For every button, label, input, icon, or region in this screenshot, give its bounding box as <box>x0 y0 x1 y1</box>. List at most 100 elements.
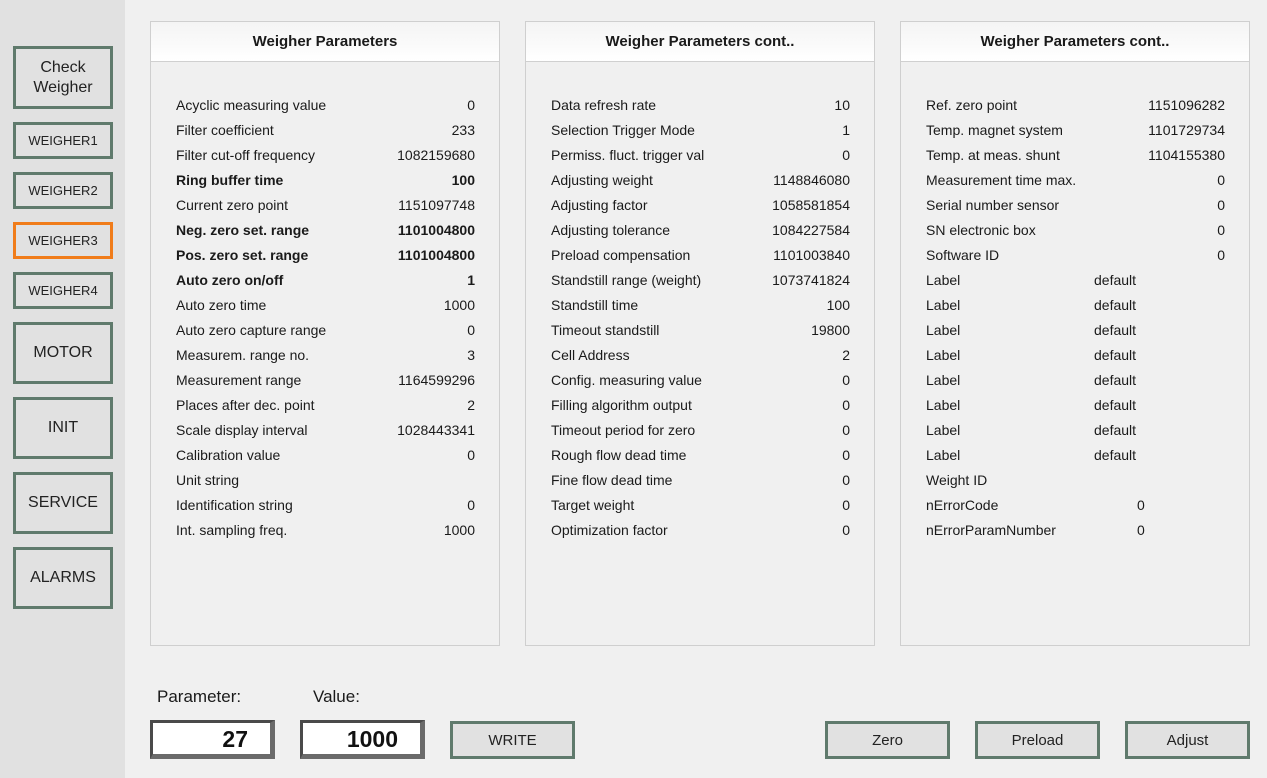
parameter-value: 1073741824 <box>772 272 850 288</box>
parameter-value: 0 <box>842 522 850 538</box>
service-button[interactable]: SERVICE <box>13 472 113 534</box>
parameter-value: default <box>1094 447 1137 463</box>
parameter-value: 0 <box>1137 522 1145 538</box>
parameter-row: Target weight 0 <box>526 493 874 518</box>
parameter-value: 2 <box>842 347 850 363</box>
parameter-label: Acyclic measuring value <box>176 97 327 113</box>
parameter-row: Label default <box>901 418 1249 443</box>
parameter-label: Filling algorithm output <box>551 397 692 413</box>
parameter-label: Selection Trigger Mode <box>551 122 695 138</box>
parameter-value: 0 <box>842 447 850 463</box>
adjust-button[interactable]: Adjust <box>1125 721 1250 759</box>
parameter-value: 0 <box>467 322 475 338</box>
parameter-row: SN electronic box 0 <box>901 218 1249 243</box>
parameter-row: Ref. zero point 1151096282 <box>901 93 1249 118</box>
parameter-value-field[interactable]: 1000 <box>300 720 425 759</box>
parameter-row: Identification string 0 <box>151 493 499 518</box>
parameter-value: 100 <box>451 172 475 188</box>
init-button[interactable]: INIT <box>13 397 113 459</box>
parameter-value: default <box>1094 397 1137 413</box>
parameter-label: Adjusting factor <box>551 197 648 213</box>
parameter-value: 0 <box>842 497 850 513</box>
weigher4-button[interactable]: WEIGHER4 <box>13 272 113 309</box>
parameter-value: 1082159680 <box>397 147 475 163</box>
parameter-row: Places after dec. point 2 <box>151 393 499 418</box>
parameter-label: Label <box>926 272 961 288</box>
parameter-label: Temp. magnet system <box>926 122 1063 138</box>
parameter-value: 0 <box>1217 222 1225 238</box>
parameter-label: Unit string <box>176 472 240 488</box>
parameter-value: 0 <box>1217 197 1225 213</box>
parameter-label: nErrorCode <box>926 497 999 513</box>
parameter-label: Label <box>926 422 961 438</box>
parameter-label: Scale display interval <box>176 422 308 438</box>
parameter-row: Label default <box>901 318 1249 343</box>
parameter-row: Unit string <box>151 468 499 493</box>
check-weigher-button[interactable]: Check Weigher <box>13 46 113 109</box>
parameter-value: 1000 <box>443 297 475 313</box>
parameter-row: nErrorParamNumber 0 <box>901 518 1249 543</box>
panel-title: Weigher Parameters cont.. <box>901 22 1249 62</box>
parameter-list: Data refresh rate 10 Selection Trigger Mod… <box>526 93 874 543</box>
parameter-label: Adjusting tolerance <box>551 222 671 238</box>
parameter-label: Current zero point <box>176 197 289 213</box>
parameter-row: Auto zero on/off 1 <box>151 268 499 293</box>
parameter-label: Target weight <box>551 497 635 513</box>
parameter-value: 1058581854 <box>772 197 850 213</box>
parameter-value: 0 <box>1217 172 1225 188</box>
parameter-label: Auto zero time <box>176 297 267 313</box>
parameter-row: Permiss. fluct. trigger val 0 <box>526 143 874 168</box>
parameter-label: Label <box>926 397 961 413</box>
parameter-value: default <box>1094 422 1137 438</box>
parameter-label: Preload compensation <box>551 247 691 263</box>
preload-button[interactable]: Preload <box>975 721 1100 759</box>
parameter-label: Standstill time <box>551 297 639 313</box>
parameter-label: SN electronic box <box>926 222 1036 238</box>
parameter-label: Label <box>926 322 961 338</box>
parameter-value: 1 <box>467 272 475 288</box>
weigher-parameters-cont-panel: Weigher Parameters cont.. Data refresh r… <box>525 21 875 646</box>
parameter-label: Auto zero capture range <box>176 322 327 338</box>
parameter-label: Ring buffer time <box>176 172 284 188</box>
parameter-row: Label default <box>901 443 1249 468</box>
parameter-value: 0 <box>842 397 850 413</box>
parameter-row: Label default <box>901 368 1249 393</box>
parameter-row: Auto zero capture range 0 <box>151 318 499 343</box>
parameter-row: Current zero point 1151097748 <box>151 193 499 218</box>
parameter-label: Parameter: <box>157 687 242 706</box>
parameter-number-field[interactable]: 27 <box>150 720 275 759</box>
parameter-value: 1104155380 <box>1148 147 1225 163</box>
parameter-label: Config. measuring value <box>551 372 702 388</box>
parameter-value: 1084227584 <box>772 222 850 238</box>
parameter-label: Cell Address <box>551 347 630 363</box>
write-button[interactable]: WRITE <box>450 721 575 759</box>
parameter-label: Adjusting weight <box>551 172 653 188</box>
weigher1-button[interactable]: WEIGHER1 <box>13 122 113 159</box>
alarms-button[interactable]: ALARMS <box>13 547 113 609</box>
parameter-row: Measurement range 1164599296 <box>151 368 499 393</box>
parameter-value: 1101729734 <box>1148 122 1225 138</box>
parameter-label: Serial number sensor <box>926 197 1060 213</box>
parameter-value: 0 <box>842 422 850 438</box>
parameter-row: Weight ID <box>901 468 1249 493</box>
motor-button[interactable]: MOTOR <box>13 322 113 384</box>
parameter-row: Filter coefficient 233 <box>151 118 499 143</box>
parameter-label: Label <box>926 447 961 463</box>
parameter-row: Adjusting tolerance 1084227584 <box>526 218 874 243</box>
weigher3-button[interactable]: WEIGHER3 <box>13 222 113 259</box>
weigher2-button[interactable]: WEIGHER2 <box>13 172 113 209</box>
parameter-row: Label default <box>901 268 1249 293</box>
parameter-value: 0 <box>1137 497 1145 513</box>
parameter-label: Data refresh rate <box>551 97 657 113</box>
parameter-row: Data refresh rate 10 <box>526 93 874 118</box>
parameter-label: Measurem. range no. <box>176 347 310 363</box>
parameter-label: Timeout standstill <box>551 322 660 338</box>
parameter-row: Selection Trigger Mode 1 <box>526 118 874 143</box>
parameter-value: default <box>1094 347 1137 363</box>
parameter-label: nErrorParamNumber <box>926 522 1056 538</box>
parameter-row: Filling algorithm output 0 <box>526 393 874 418</box>
parameter-value: 1000 <box>443 522 475 538</box>
parameter-label: Ref. zero point <box>926 97 1018 113</box>
parameter-row: Measurem. range no. 3 <box>151 343 499 368</box>
zero-button[interactable]: Zero <box>825 721 950 759</box>
